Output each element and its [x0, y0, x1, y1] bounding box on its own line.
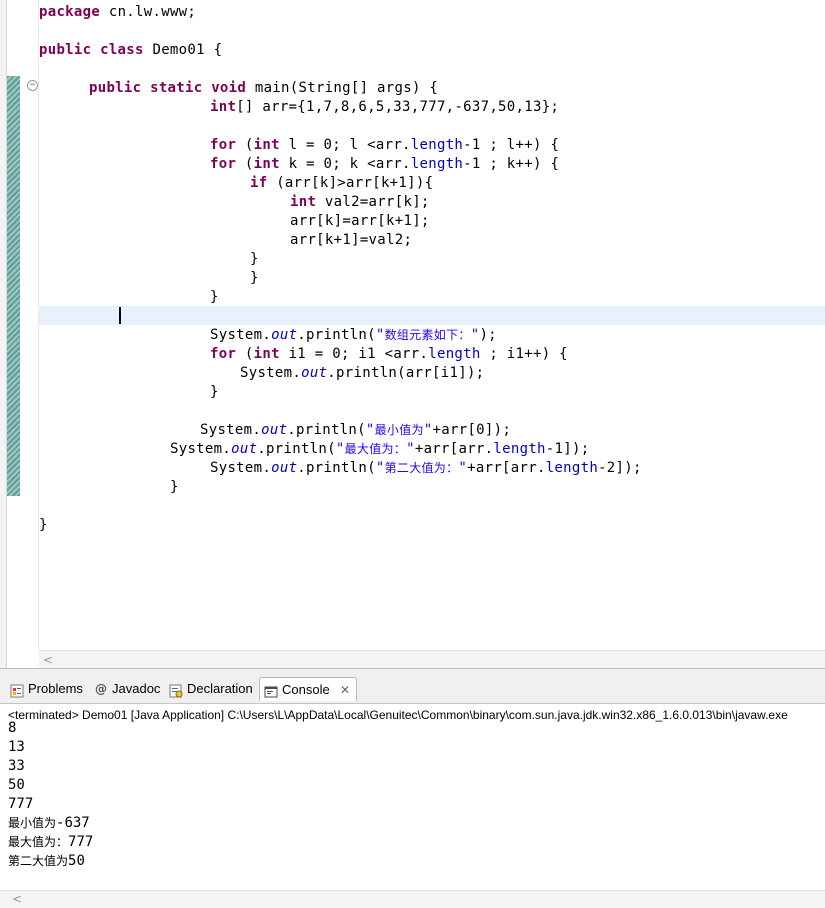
view-tab-bar: Problems @ Javadoc Declaration Console ✕	[0, 669, 825, 704]
console-output-second-max: 第二大值为50	[8, 853, 85, 869]
tab-label: Problems	[28, 681, 83, 696]
declaration-icon	[169, 682, 183, 698]
tab-problems[interactable]: Problems	[6, 677, 90, 701]
console-output-max: 最大值为：777	[8, 834, 94, 850]
console-output-line: 50	[8, 777, 25, 793]
code-line-print-header: System.out.println("数组元素如下：");	[210, 327, 497, 343]
code-line-print-element: System.out.println(arr[i1]);	[240, 365, 485, 381]
console-output-line: 8	[8, 720, 17, 736]
console-icon	[264, 683, 278, 698]
code-line-print-max: System.out.println("最大值为："+arr[arr.lengt…	[170, 441, 590, 457]
tab-javadoc[interactable]: @ Javadoc	[90, 677, 165, 701]
editor-horizontal-scrollbar[interactable]: <	[39, 650, 825, 668]
scroll-left-arrow-icon[interactable]: <	[12, 891, 22, 907]
close-icon[interactable]: ✕	[340, 678, 350, 702]
code-line-close-print-for: }	[210, 384, 219, 400]
code-line-inner-for: for (int k = 0; k <arr.length-1 ; k++) {	[210, 156, 560, 172]
code-line-main-method: public static void main(String[] args) {	[89, 80, 439, 96]
change-indicator-bar	[7, 76, 20, 496]
code-line-close-inner-for: }	[250, 270, 259, 286]
editor-left-border	[0, 0, 7, 668]
code-line-class-decl: public class Demo01 {	[39, 42, 223, 58]
code-line-swap-3: arr[k+1]=val2;	[290, 232, 413, 248]
code-line-print-for: for (int i1 = 0; i1 <arr.length ; i1++) …	[210, 346, 568, 362]
code-line-close-if: }	[250, 251, 259, 267]
code-editor[interactable]: − package cn.lw.www; public class Demo01…	[0, 0, 825, 668]
console-panel: Problems @ Javadoc Declaration Console ✕…	[0, 668, 825, 908]
tab-declaration[interactable]: Declaration	[165, 677, 259, 701]
fold-toggle-icon[interactable]: −	[27, 80, 38, 91]
code-line-close-class: }	[39, 517, 48, 533]
tab-label: Javadoc	[112, 681, 161, 696]
text-caret	[119, 307, 121, 324]
code-line-swap-1: int val2=arr[k];	[290, 194, 430, 210]
current-line-highlight	[39, 306, 825, 325]
javadoc-icon: @	[95, 682, 107, 696]
tab-label: Console	[282, 682, 330, 697]
code-line-outer-for: for (int l = 0; l <arr.length-1 ; l++) {	[210, 137, 560, 153]
console-output-line: 777	[8, 796, 34, 812]
code-line-package: package cn.lw.www;	[39, 4, 197, 20]
console-horizontal-scrollbar[interactable]: <	[0, 890, 825, 908]
code-line-close-outer-for: }	[210, 289, 219, 305]
console-output-min: 最小值为-637	[8, 815, 90, 831]
code-line-swap-2: arr[k]=arr[k+1];	[290, 213, 430, 229]
gutter-divider	[38, 0, 39, 650]
console-output-line: 33	[8, 758, 25, 774]
scroll-left-arrow-icon[interactable]: <	[43, 652, 53, 668]
tab-label: Declaration	[187, 681, 253, 696]
code-line-print-second-max: System.out.println("第二大值为："+arr[arr.leng…	[210, 460, 642, 476]
console-status: <terminated> Demo01 [Java Application] C…	[8, 708, 788, 722]
problems-icon	[10, 682, 24, 698]
code-line-close-main: }	[170, 479, 179, 495]
tab-console[interactable]: Console ✕	[259, 677, 357, 701]
console-output-line: 13	[8, 739, 25, 755]
code-line-if: if (arr[k]>arr[k+1]){	[250, 175, 434, 191]
code-line-array-init: int[] arr={1,7,8,6,5,33,777,-637,50,13};	[210, 99, 560, 115]
code-line-print-min: System.out.println("最小值为"+arr[0]);	[200, 422, 512, 438]
